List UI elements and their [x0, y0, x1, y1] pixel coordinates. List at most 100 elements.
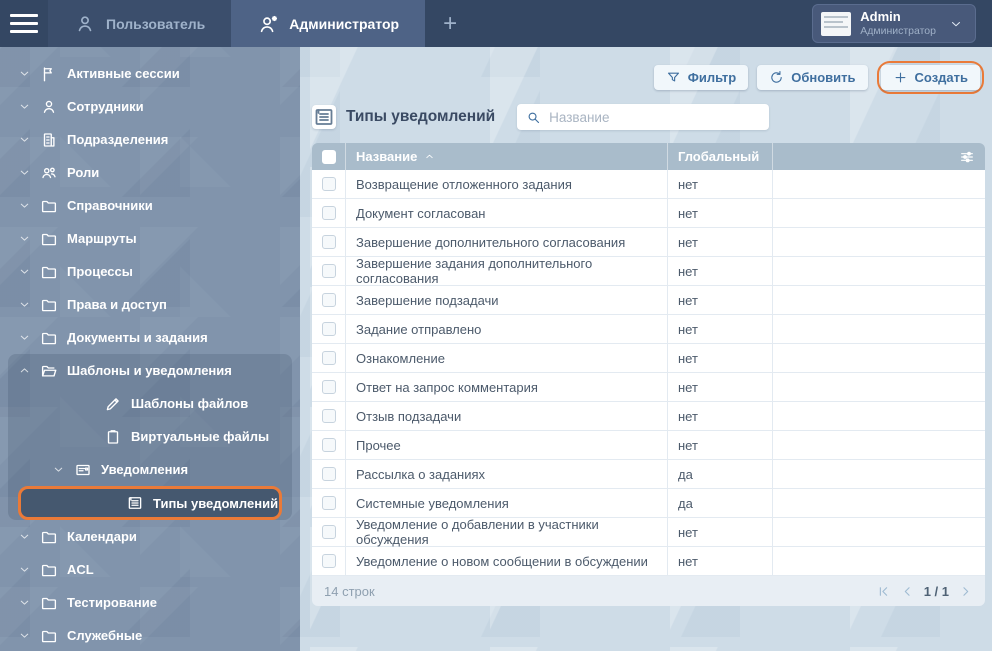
sidebar-item[interactable]: Календари — [0, 520, 300, 553]
sidebar-item[interactable]: Уведомления — [0, 453, 300, 486]
sidebar-item[interactable]: Подразделения — [0, 123, 300, 156]
sidebar-item[interactable]: Сотрудники — [0, 90, 300, 123]
user-menu-button[interactable]: Admin Администратор — [812, 4, 976, 43]
sidebar-item-icon — [40, 197, 58, 215]
table-row[interactable]: Документ согласован нет — [312, 199, 985, 228]
row-checkbox[interactable] — [322, 380, 336, 394]
row-global-value: нет — [678, 438, 698, 453]
workspace-tab[interactable]: Администратор — [231, 0, 425, 47]
column-settings-icon[interactable] — [959, 149, 975, 165]
column-header-name[interactable]: Название — [345, 143, 667, 170]
table-row[interactable]: Уведомление о добавлении в участники обс… — [312, 518, 985, 547]
chevron-icon — [18, 100, 31, 113]
row-checkbox[interactable] — [322, 177, 336, 191]
table-row[interactable]: Прочее нет — [312, 431, 985, 460]
table-row[interactable]: Уведомление о новом сообщении в обсужден… — [312, 547, 985, 576]
column-header-global[interactable]: Глобальный — [667, 143, 772, 170]
search-input[interactable] — [549, 110, 760, 125]
row-name: Завершение дополнительного согласования — [356, 235, 625, 250]
sidebar-item-label: Процессы — [67, 264, 133, 279]
sidebar-item-icon — [40, 528, 58, 546]
sidebar-item-label: Сотрудники — [67, 99, 144, 114]
sidebar-item-label: Документы и задания — [67, 330, 208, 345]
row-checkbox[interactable] — [322, 206, 336, 220]
sidebar-item[interactable]: Активные сессии — [0, 57, 300, 90]
sidebar-item[interactable]: Виртуальные файлы — [0, 420, 300, 453]
table-row[interactable]: Завершение дополнительного согласования … — [312, 228, 985, 257]
sidebar-item-label: Шаблоны файлов — [131, 396, 248, 411]
sidebar-item-label: Шаблоны и уведомления — [67, 363, 232, 378]
row-checkbox[interactable] — [322, 467, 336, 481]
row-checkbox[interactable] — [322, 554, 336, 568]
row-global-value: да — [678, 496, 693, 511]
table-row[interactable]: Завершение подзадачи нет — [312, 286, 985, 315]
sidebar-item[interactable]: Шаблоны файлов — [0, 387, 300, 420]
table-row[interactable]: Рассылка о заданиях да — [312, 460, 985, 489]
select-all-checkbox[interactable] — [322, 150, 336, 164]
chevron-icon — [18, 265, 31, 278]
sidebar-item[interactable]: Права и доступ — [0, 288, 300, 321]
sidebar-item[interactable]: Процессы — [0, 255, 300, 288]
refresh-button[interactable]: Обновить — [757, 65, 867, 90]
search-icon — [526, 110, 541, 125]
sidebar-item[interactable]: Роли — [0, 156, 300, 189]
sidebar-item[interactable]: Служебные — [0, 619, 300, 651]
table-row[interactable]: Системные уведомления да — [312, 489, 985, 518]
sidebar-item-label: Права и доступ — [67, 297, 167, 312]
row-checkbox[interactable] — [322, 525, 336, 539]
sidebar-item-icon — [40, 263, 58, 281]
hamburger-menu-icon[interactable] — [0, 0, 48, 47]
table-footer: 14 строк 1 / 1 — [312, 576, 985, 606]
table-row[interactable]: Задание отправлено нет — [312, 315, 985, 344]
row-checkbox[interactable] — [322, 351, 336, 365]
sidebar-item[interactable]: Документы и задания — [0, 321, 300, 354]
user-name: Admin — [860, 10, 936, 25]
table-row[interactable]: Ознакомление нет — [312, 344, 985, 373]
sidebar-item-icon — [40, 561, 58, 579]
sidebar-item[interactable]: Типы уведомлений — [18, 486, 282, 520]
chevron-icon — [52, 463, 65, 476]
funnel-icon — [666, 70, 681, 85]
prev-page-icon[interactable] — [900, 584, 915, 599]
pagination: 1 / 1 — [876, 584, 973, 599]
table-row[interactable]: Завершение задания дополнительного согла… — [312, 257, 985, 286]
sidebar-item[interactable]: Шаблоны и уведомления — [0, 354, 300, 387]
row-name: Завершение задания дополнительного согла… — [356, 256, 667, 286]
row-checkbox[interactable] — [322, 322, 336, 336]
table-row[interactable]: Ответ на запрос комментария нет — [312, 373, 985, 402]
avatar — [821, 12, 851, 36]
table-row[interactable]: Отзыв подзадачи нет — [312, 402, 985, 431]
workspace-tab[interactable]: Пользователь — [48, 0, 231, 47]
sidebar-item[interactable]: Тестирование — [0, 586, 300, 619]
row-checkbox[interactable] — [322, 293, 336, 307]
chevron-icon — [18, 232, 31, 245]
add-tab-button[interactable]: + — [425, 0, 475, 47]
create-button[interactable]: Создать — [881, 65, 980, 90]
row-checkbox[interactable] — [322, 235, 336, 249]
create-button-highlight-ring: Создать — [877, 61, 984, 94]
sidebar-item-label: Тестирование — [67, 595, 157, 610]
row-checkbox[interactable] — [322, 264, 336, 278]
next-page-icon[interactable] — [958, 584, 973, 599]
row-global-value: нет — [678, 351, 698, 366]
tab-label: Администратор — [289, 16, 399, 32]
sidebar-item-icon — [40, 131, 58, 149]
row-global-value: нет — [678, 322, 698, 337]
row-checkbox[interactable] — [322, 409, 336, 423]
first-page-icon[interactable] — [876, 584, 891, 599]
sidebar-item[interactable]: ACL — [0, 553, 300, 586]
row-global-value: нет — [678, 177, 698, 192]
filter-button[interactable]: Фильтр — [654, 65, 749, 90]
main-panel: Фильтр Обновить Создать Типы уведомлений — [300, 47, 992, 651]
row-checkbox[interactable] — [322, 438, 336, 452]
chevron-icon — [18, 133, 31, 146]
sidebar-item-label: ACL — [67, 562, 94, 577]
chevron-icon — [18, 298, 31, 311]
sidebar-item[interactable]: Маршруты — [0, 222, 300, 255]
sidebar: Активные сессии Сотрудники Подразделения — [0, 47, 300, 651]
sidebar-item[interactable]: Справочники — [0, 189, 300, 222]
tab-label: Пользователь — [106, 16, 205, 32]
refresh-icon — [769, 70, 784, 85]
row-checkbox[interactable] — [322, 496, 336, 510]
table-row[interactable]: Возвращение отложенного задания нет — [312, 170, 985, 199]
